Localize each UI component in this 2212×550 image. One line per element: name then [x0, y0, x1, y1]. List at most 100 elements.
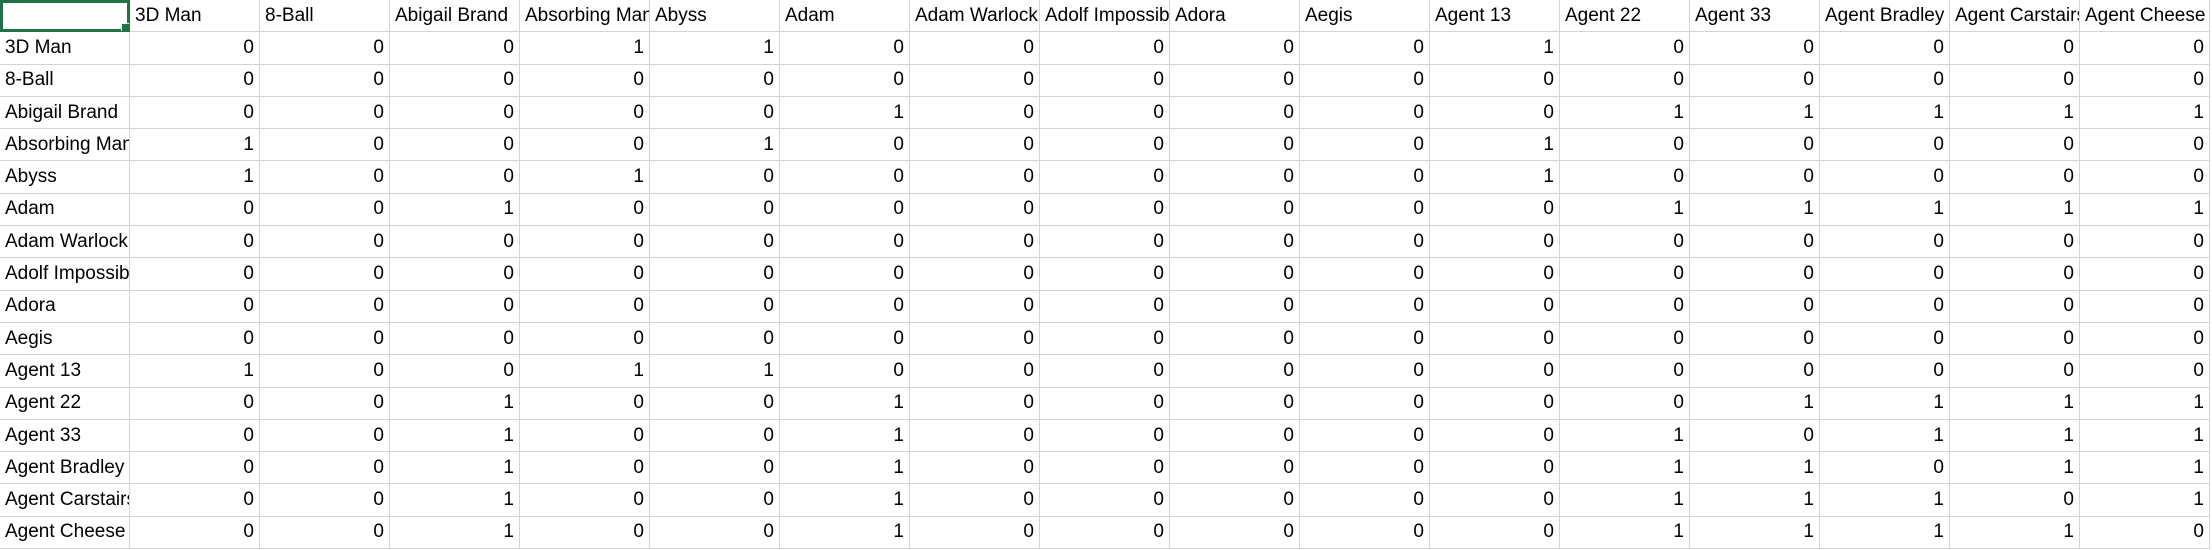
value-cell[interactable]: 1: [780, 419, 910, 453]
value-cell[interactable]: 0: [1170, 516, 1300, 550]
value-cell[interactable]: 0: [520, 322, 650, 356]
value-cell[interactable]: 0: [130, 452, 260, 485]
value-cell[interactable]: 0: [1170, 161, 1300, 194]
row-label-cell[interactable]: Abyss: [0, 161, 130, 194]
value-cell[interactable]: 1: [650, 355, 780, 388]
value-cell[interactable]: 1: [1560, 193, 1690, 227]
value-cell[interactable]: 0: [1040, 484, 1170, 517]
value-cell[interactable]: 0: [520, 258, 650, 291]
value-cell[interactable]: 0: [1170, 129, 1300, 162]
row-label-cell[interactable]: Agent 33: [0, 419, 130, 453]
value-cell[interactable]: 1: [1560, 484, 1690, 517]
value-cell[interactable]: 0: [520, 129, 650, 162]
value-cell[interactable]: 0: [130, 64, 260, 97]
value-cell[interactable]: 0: [1430, 193, 1560, 227]
value-cell[interactable]: 0: [1950, 484, 2080, 517]
value-cell[interactable]: 0: [1170, 290, 1300, 323]
value-cell[interactable]: 0: [520, 452, 650, 485]
value-cell[interactable]: 0: [1820, 226, 1950, 259]
value-cell[interactable]: 1: [1820, 387, 1950, 420]
value-cell[interactable]: 0: [910, 64, 1040, 97]
value-cell[interactable]: 1: [780, 96, 910, 130]
value-cell[interactable]: 1: [650, 129, 780, 162]
value-cell[interactable]: 0: [390, 96, 520, 130]
value-cell[interactable]: 0: [910, 290, 1040, 323]
value-cell[interactable]: 0: [650, 96, 780, 130]
value-cell[interactable]: 0: [1300, 484, 1430, 517]
value-cell[interactable]: 1: [1820, 96, 1950, 130]
value-cell[interactable]: 0: [2080, 355, 2210, 388]
value-cell[interactable]: 0: [1690, 32, 1820, 65]
value-cell[interactable]: 0: [650, 64, 780, 97]
value-cell[interactable]: 1: [1430, 161, 1560, 194]
value-cell[interactable]: 0: [780, 129, 910, 162]
value-cell[interactable]: 0: [650, 484, 780, 517]
value-cell[interactable]: 0: [780, 193, 910, 227]
value-cell[interactable]: 0: [1430, 419, 1560, 453]
value-cell[interactable]: 0: [390, 290, 520, 323]
value-cell[interactable]: 0: [1690, 258, 1820, 291]
value-cell[interactable]: 1: [780, 452, 910, 485]
value-cell[interactable]: 1: [1820, 484, 1950, 517]
value-cell[interactable]: 0: [780, 32, 910, 65]
value-cell[interactable]: 0: [780, 355, 910, 388]
value-cell[interactable]: 0: [910, 96, 1040, 130]
row-label-cell[interactable]: Agent Bradley: [0, 452, 130, 485]
value-cell[interactable]: 0: [910, 419, 1040, 453]
value-cell[interactable]: 0: [1040, 96, 1170, 130]
column-header-cell[interactable]: Aegis: [1300, 0, 1430, 33]
value-cell[interactable]: 1: [1690, 452, 1820, 485]
value-cell[interactable]: 0: [520, 193, 650, 227]
value-cell[interactable]: 0: [1170, 322, 1300, 356]
value-cell[interactable]: 0: [1560, 161, 1690, 194]
value-cell[interactable]: 0: [1040, 129, 1170, 162]
column-header-cell[interactable]: Adam: [780, 0, 910, 33]
value-cell[interactable]: 0: [1560, 64, 1690, 97]
value-cell[interactable]: 0: [1560, 322, 1690, 356]
value-cell[interactable]: 0: [1950, 32, 2080, 65]
value-cell[interactable]: 0: [1430, 226, 1560, 259]
column-header-cell[interactable]: 3D Man: [130, 0, 260, 33]
value-cell[interactable]: 1: [1560, 96, 1690, 130]
value-cell[interactable]: 0: [260, 129, 390, 162]
value-cell[interactable]: 0: [1820, 290, 1950, 323]
column-header-cell[interactable]: Agent 33: [1690, 0, 1820, 33]
value-cell[interactable]: 0: [1300, 258, 1430, 291]
value-cell[interactable]: 0: [520, 419, 650, 453]
value-cell[interactable]: 0: [260, 32, 390, 65]
value-cell[interactable]: 1: [1690, 96, 1820, 130]
value-cell[interactable]: 0: [1300, 419, 1430, 453]
value-cell[interactable]: 0: [1040, 290, 1170, 323]
value-cell[interactable]: 0: [910, 322, 1040, 356]
column-header-cell[interactable]: Abigail Brand: [390, 0, 520, 33]
row-label-cell[interactable]: Agent 22: [0, 387, 130, 420]
value-cell[interactable]: 0: [1820, 32, 1950, 65]
row-label-cell[interactable]: Aegis: [0, 322, 130, 356]
value-cell[interactable]: 0: [1690, 226, 1820, 259]
value-cell[interactable]: 0: [260, 516, 390, 550]
value-cell[interactable]: 0: [910, 32, 1040, 65]
value-cell[interactable]: 0: [1170, 355, 1300, 388]
value-cell[interactable]: 0: [1560, 290, 1690, 323]
value-cell[interactable]: 1: [130, 161, 260, 194]
value-cell[interactable]: 0: [1560, 355, 1690, 388]
value-cell[interactable]: 0: [1300, 193, 1430, 227]
value-cell[interactable]: 0: [2080, 226, 2210, 259]
value-cell[interactable]: 0: [1300, 452, 1430, 485]
value-cell[interactable]: 0: [1040, 258, 1170, 291]
value-cell[interactable]: 0: [520, 484, 650, 517]
value-cell[interactable]: 1: [2080, 419, 2210, 453]
value-cell[interactable]: 0: [1430, 516, 1560, 550]
value-cell[interactable]: 0: [260, 322, 390, 356]
value-cell[interactable]: 0: [650, 290, 780, 323]
value-cell[interactable]: 1: [1560, 419, 1690, 453]
value-cell[interactable]: 0: [1300, 161, 1430, 194]
value-cell[interactable]: 1: [1430, 129, 1560, 162]
value-cell[interactable]: 0: [780, 322, 910, 356]
value-cell[interactable]: 0: [1560, 129, 1690, 162]
value-cell[interactable]: 0: [390, 32, 520, 65]
value-cell[interactable]: 0: [910, 355, 1040, 388]
value-cell[interactable]: 1: [2080, 193, 2210, 227]
column-header-cell[interactable]: Adam Warlock: [910, 0, 1040, 33]
row-label-cell[interactable]: Abigail Brand: [0, 96, 130, 130]
